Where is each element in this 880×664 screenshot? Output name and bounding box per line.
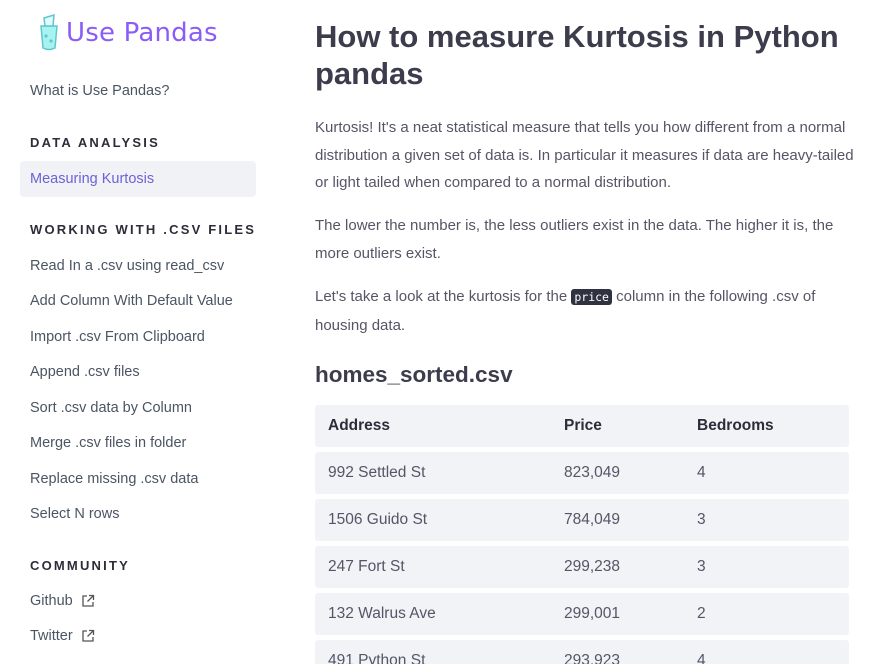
nav-measuring-kurtosis[interactable]: Measuring Kurtosis [20,161,256,197]
nav-twitter[interactable]: Twitter [30,628,95,644]
table-row: 1506 Guido St 784,049 3 [315,499,849,541]
cell-price: 299,238 [564,558,621,575]
data-table: Address Price Bedrooms 992 Settled St 82… [315,405,849,664]
table-title: homes_sorted.csv [315,362,513,387]
cell-bedrooms: 2 [697,605,706,622]
paragraph-text-before: Let's take a look at the kurtosis for th… [315,288,572,305]
section-heading-csv: WORKING WITH .CSV FILES [30,222,257,237]
cell-bedrooms: 4 [697,464,706,481]
cell-address: 491 Python St [328,652,426,664]
table-row: 491 Python St 293,923 4 [315,640,849,664]
cell-bedrooms: 3 [697,511,706,528]
nav-read-csv[interactable]: Read In a .csv using read_csv [30,258,224,274]
nav-twitter-label: Twitter [30,628,73,644]
header-address: Address [328,417,391,434]
cell-price: 299,001 [564,605,621,622]
article-title: How to measure Kurtosis in Python pandas [315,19,839,91]
sidebar: Use Pandas What is Use Pandas? DATA ANAL… [0,0,280,664]
nav-replace-missing[interactable]: Replace missing .csv data [30,471,198,487]
cell-price: 293,923 [564,652,621,664]
brand-name: Use Pandas [66,18,218,48]
paragraph-outliers: The lower the number is, the less outlie… [315,217,834,262]
nav-select-n-rows[interactable]: Select N rows [30,506,119,522]
external-link-icon [82,595,94,607]
external-link-icon [82,630,94,642]
cell-price: 784,049 [564,511,621,528]
page: Use Pandas What is Use Pandas? DATA ANAL… [0,0,880,664]
nav-add-column[interactable]: Add Column With Default Value [30,293,233,309]
pandas-glass-icon [40,14,58,51]
cell-address: 1506 Guido St [328,511,428,528]
inline-code-price: price [571,289,612,305]
paragraph-price-intro: Let's take a look at the kurtosis for th… [315,283,855,339]
section-heading-data-analysis: DATA ANALYSIS [30,135,160,150]
nav-merge-csv[interactable]: Merge .csv files in folder [30,435,186,451]
nav-github[interactable]: Github [30,593,95,609]
nav-append-csv[interactable]: Append .csv files [30,364,140,380]
cell-address: 247 Fort St [328,558,405,575]
cell-address: 132 Walrus Ave [328,605,436,622]
nav-sort-csv[interactable]: Sort .csv data by Column [30,400,192,416]
section-heading-community: COMMUNITY [30,558,130,573]
cell-address: 992 Settled St [328,464,426,481]
brand-link[interactable]: Use Pandas [36,14,218,52]
table-row: 132 Walrus Ave 299,001 2 [315,593,849,635]
table-row: 247 Fort St 299,238 3 [315,546,849,588]
table-header-row: Address Price Bedrooms [315,405,849,447]
nav-github-label: Github [30,593,73,609]
table-row: 992 Settled St 823,049 4 [315,452,849,494]
cell-price: 823,049 [564,464,621,481]
header-price: Price [564,417,602,434]
cell-bedrooms: 4 [697,652,706,664]
paragraph-intro: Kurtosis! It's a neat statistical measur… [315,119,854,191]
cell-bedrooms: 3 [697,558,706,575]
nav-import-clipboard[interactable]: Import .csv From Clipboard [30,329,205,345]
header-bedrooms: Bedrooms [697,417,774,434]
nav-what-is-use-pandas[interactable]: What is Use Pandas? [30,83,169,99]
